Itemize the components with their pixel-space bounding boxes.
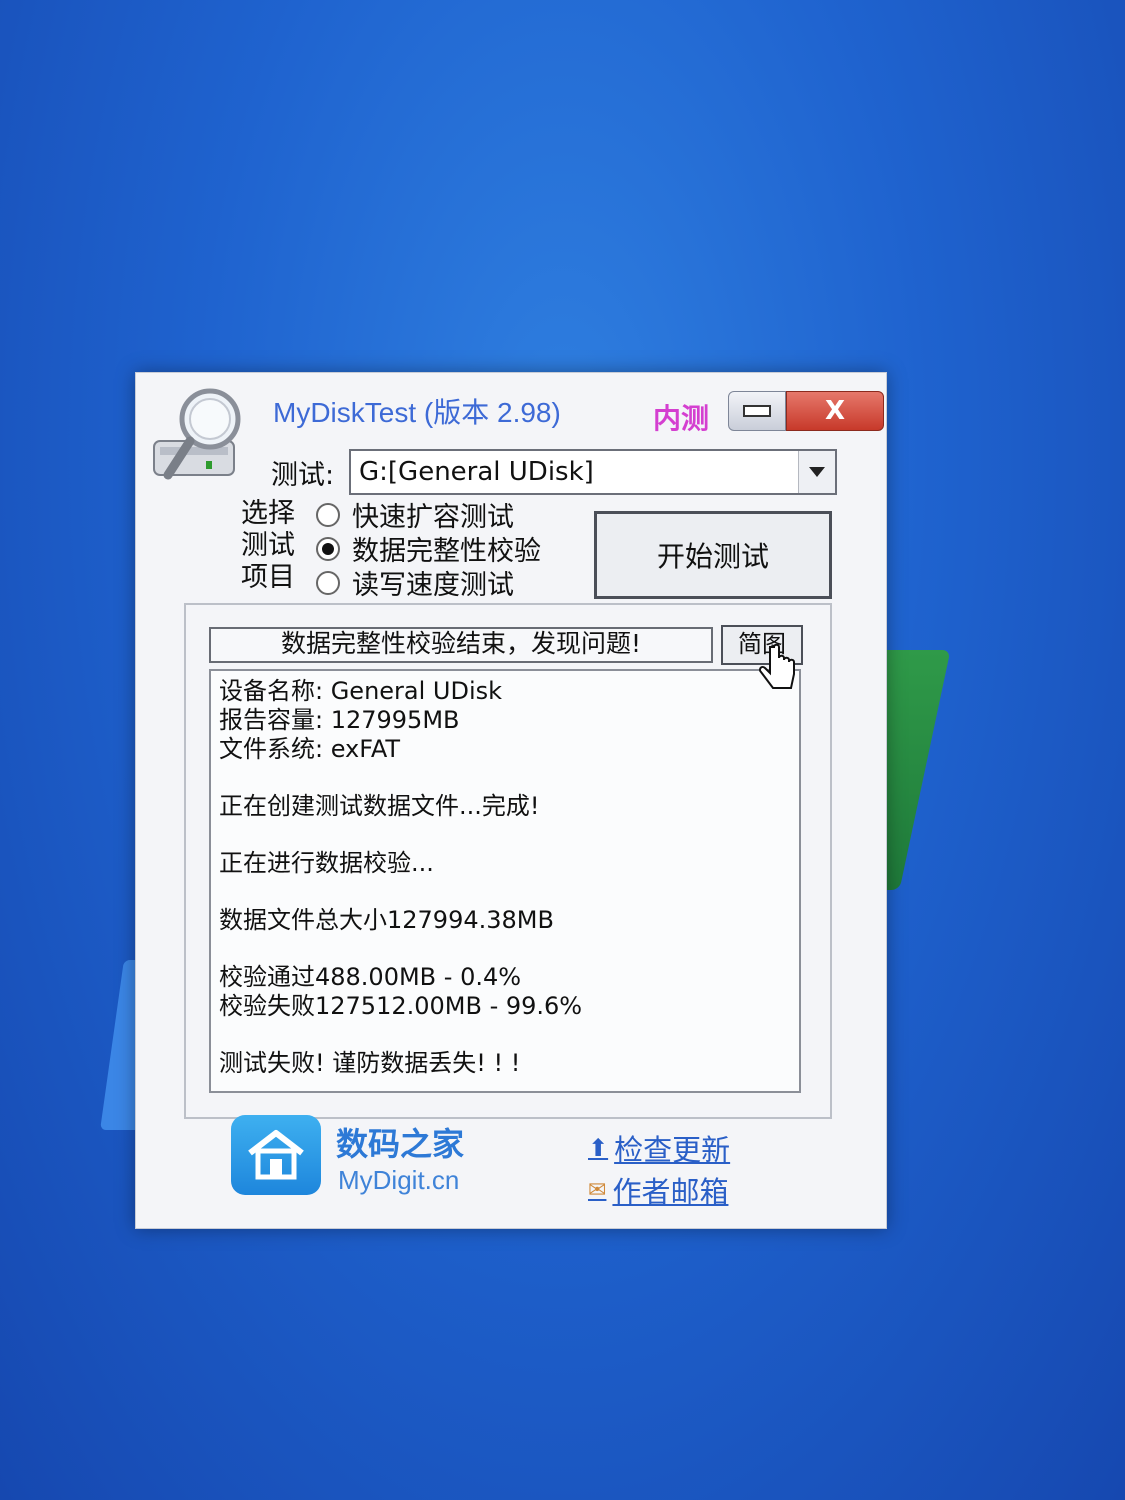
report-device-name: 设备名称: General UDisk — [219, 677, 503, 705]
report-creating: 正在创建测试数据文件...完成! — [219, 792, 540, 820]
radio-read-write-speed-test[interactable]: 读写速度测试 — [316, 563, 514, 602]
report-failed: 校验失败127512.00MB - 99.6% — [219, 992, 583, 1020]
results-group: 数据完整性校验结束，发现问题! 简图 设备名称: General UDisk 报… — [184, 603, 832, 1119]
window-title: MyDiskTest (版本 2.98) — [273, 397, 561, 428]
close-button[interactable]: X — [786, 391, 884, 431]
minimize-icon — [743, 405, 771, 417]
report-passed: 校验通过488.00MB - 0.4% — [219, 963, 522, 991]
mydigit-logo-icon[interactable] — [231, 1115, 321, 1195]
drive-select-value: G:[General UDisk] — [359, 457, 594, 487]
window-controls: X — [728, 391, 884, 431]
test-drive-label: 测试: — [271, 460, 335, 491]
report-log[interactable]: 设备名称: General UDisk 报告容量: 127995MB 文件系统:… — [209, 669, 801, 1093]
report-result: 测试失败! 谨防数据丢失! ! ! — [219, 1049, 521, 1077]
radio-button[interactable] — [316, 570, 340, 595]
beta-badge: 内测 — [653, 402, 710, 435]
drive-select[interactable]: G:[General UDisk] — [349, 449, 837, 495]
envelope-icon: ✉ — [588, 1177, 607, 1203]
author-email-link[interactable]: ✉ 作者邮箱 — [588, 1169, 728, 1211]
mydisktest-window: MyDiskTest (版本 2.98) 内测 X 测试: G:[General… — [135, 372, 887, 1229]
up-arrow-icon: ⬆ — [588, 1134, 609, 1162]
start-test-button[interactable]: 开始测试 — [594, 511, 832, 599]
report-capacity: 报告容量: 127995MB — [219, 706, 460, 734]
chevron-down-icon[interactable] — [798, 451, 835, 493]
radio-button-selected[interactable] — [316, 536, 340, 561]
status-message: 数据完整性校验结束，发现问题! — [209, 627, 713, 663]
check-update-link[interactable]: ⬆ 检查更新 — [588, 1127, 730, 1169]
brand-url[interactable]: MyDigit.cn — [338, 1165, 459, 1196]
house-icon — [248, 1130, 304, 1180]
minimize-button[interactable] — [728, 391, 786, 431]
test-item-label: 选择 测试 项目 — [241, 498, 295, 593]
brand-name[interactable]: 数码之家 — [336, 1119, 464, 1165]
report-verifying: 正在进行数据校验... — [219, 849, 434, 877]
radio-button[interactable] — [316, 502, 340, 527]
app-magnifier-disk-icon — [153, 388, 241, 480]
report-total-size: 数据文件总大小127994.38MB — [219, 906, 554, 934]
hand-cursor-icon — [758, 643, 795, 689]
report-file-system: 文件系统: exFAT — [219, 735, 401, 763]
